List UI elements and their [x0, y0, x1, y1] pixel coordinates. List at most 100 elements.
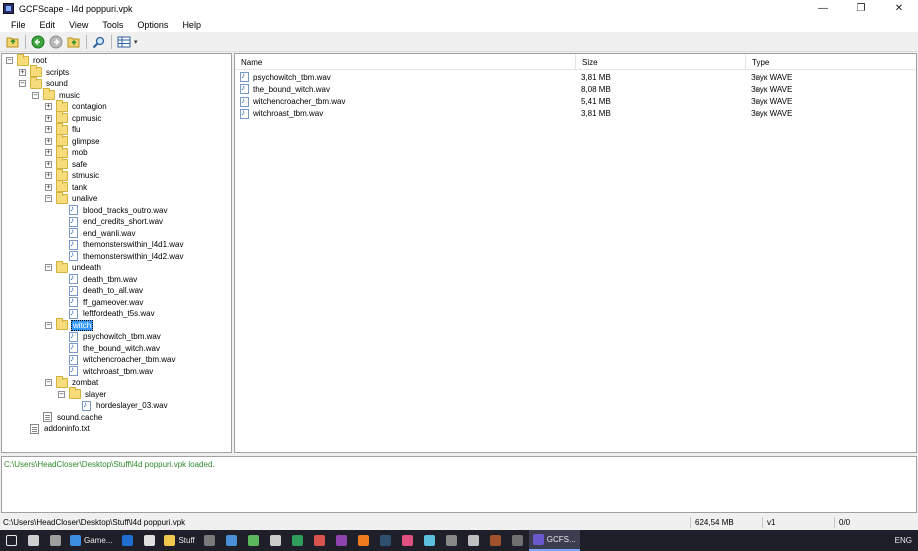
expand-icon[interactable]: + — [45, 183, 52, 191]
collapse-icon[interactable]: − — [45, 379, 52, 386]
tree-folder-item[interactable]: + flu — [45, 122, 81, 135]
folder-tree[interactable]: − root + scripts − sound − music + contagion + cpmu… — [1, 53, 232, 453]
taskbar-button[interactable] — [116, 530, 138, 551]
collapse-icon[interactable]: − — [58, 390, 65, 398]
menu-tools[interactable]: Tools — [95, 20, 130, 30]
taskbar-button[interactable] — [441, 530, 463, 551]
taskbar-button[interactable]: Game... — [66, 530, 116, 551]
tree-file-item[interactable]: witchencroacher_tbm.wav — [58, 354, 176, 365]
collapse-icon[interactable]: − — [6, 57, 13, 64]
view-mode-dropdown-icon[interactable]: ▾ — [134, 38, 138, 46]
taskbar-button[interactable] — [243, 530, 265, 551]
taskbar-button[interactable]: Stuff — [160, 530, 198, 551]
tree-folder-item[interactable]: + mob — [45, 145, 89, 158]
up-folder-button[interactable] — [65, 33, 83, 51]
close-button[interactable]: ✕ — [880, 0, 918, 17]
keyboard-language[interactable]: ENG — [895, 536, 912, 545]
find-button[interactable] — [90, 33, 108, 51]
tree-file-item[interactable]: ff_gameover.wav — [58, 296, 144, 308]
tree-file-item[interactable]: psychowitch_tbm.wav — [58, 331, 162, 342]
tree-file-item[interactable]: hordeslayer_03.wav — [71, 400, 169, 411]
status-version: v1 — [767, 518, 776, 527]
taskbar-button[interactable] — [265, 530, 287, 551]
tree-file-item[interactable]: addoninfo.txt — [19, 423, 91, 434]
tree-folder-item[interactable]: + cpmusic — [45, 111, 102, 124]
taskbar-button[interactable] — [0, 530, 22, 551]
taskbar-button[interactable] — [375, 530, 397, 551]
tree-folder-item[interactable]: − slayer — [58, 387, 107, 400]
tree-folder-item[interactable]: + safe — [45, 157, 88, 170]
audio-file-icon — [240, 96, 249, 107]
tree-folder-item[interactable]: − unalive — [45, 191, 98, 204]
tree-file-item[interactable]: leftfordeath_t5s.wav — [58, 308, 156, 319]
expand-icon[interactable]: + — [45, 172, 52, 179]
taskbar-button[interactable] — [507, 530, 529, 551]
tree-file-item[interactable]: themonsterswithin_l4d2.wav — [58, 250, 185, 262]
file-list[interactable]: Name Size Type psychowitch_tbm.wav 3,81 M… — [234, 53, 917, 453]
toolbar: ▾ — [0, 32, 918, 52]
taskbar-button[interactable] — [397, 530, 419, 551]
taskbar-button[interactable] — [419, 530, 441, 551]
menu-view[interactable]: View — [62, 20, 95, 30]
menu-file[interactable]: File — [4, 20, 33, 30]
expand-icon[interactable]: + — [45, 126, 52, 133]
collapse-icon[interactable]: − — [32, 91, 39, 99]
back-button[interactable] — [29, 33, 47, 51]
taskbar-button[interactable] — [485, 530, 507, 551]
column-header-type[interactable]: Type — [746, 54, 916, 70]
taskbar-button[interactable] — [353, 530, 375, 551]
file-list-row[interactable]: the_bound_witch.wav 8,08 MB Звук WAVE — [235, 83, 916, 95]
open-button[interactable] — [4, 33, 22, 51]
tree-file-item[interactable]: death_tbm.wav — [58, 273, 138, 285]
tree-file-item[interactable]: blood_tracks_outro.wav — [58, 204, 169, 216]
collapse-icon[interactable]: − — [45, 264, 52, 271]
taskbar-button[interactable] — [221, 530, 243, 551]
tree-file-item[interactable]: themonsterswithin_l4d1.wav — [58, 239, 185, 250]
taskbar-button[interactable] — [309, 530, 331, 551]
menu-edit[interactable]: Edit — [33, 20, 63, 30]
tree-file-item[interactable]: death_to_all.wav — [58, 285, 144, 296]
menu-options[interactable]: Options — [130, 20, 175, 30]
expand-icon[interactable]: + — [19, 68, 26, 76]
file-list-row[interactable]: witchencroacher_tbm.wav 5,41 MB Звук WAVE — [235, 96, 916, 108]
taskbar-button[interactable] — [331, 530, 353, 551]
expand-icon[interactable]: + — [45, 160, 52, 168]
taskbar-button[interactable] — [199, 530, 221, 551]
taskbar-button[interactable] — [22, 530, 44, 551]
taskbar-button[interactable] — [138, 530, 160, 551]
forward-button[interactable] — [47, 33, 65, 51]
tree-file-item[interactable]: end_wanli.wav — [58, 227, 136, 239]
tree-folder-item[interactable]: + stmusic — [45, 168, 100, 181]
tree-folder-item[interactable]: − root — [6, 54, 48, 66]
tree-file-item[interactable]: end_credits_short.wav — [58, 216, 164, 227]
tree-folder-item[interactable]: + tank — [45, 180, 88, 193]
taskbar-button[interactable] — [44, 530, 66, 551]
taskbar-button[interactable] — [287, 530, 309, 551]
taskbar-button[interactable] — [463, 530, 485, 551]
tree-folder-item[interactable]: + contagion — [45, 99, 108, 112]
log-console[interactable]: C:\Users\HeadCloser\Desktop\Stuff\l4d po… — [1, 456, 917, 513]
collapse-icon[interactable]: − — [45, 321, 52, 329]
tree-folder-item[interactable]: + scripts — [19, 65, 70, 78]
collapse-icon[interactable]: − — [45, 195, 52, 202]
menu-help[interactable]: Help — [175, 20, 208, 30]
expand-icon[interactable]: + — [45, 137, 52, 145]
tree-folder-item[interactable]: − witch — [45, 318, 94, 331]
expand-icon[interactable]: + — [45, 149, 52, 156]
tree-folder-item[interactable]: − undeath — [45, 260, 102, 273]
minimize-button[interactable]: — — [804, 0, 842, 17]
tree-folder-item[interactable]: + glimpse — [45, 134, 101, 147]
column-header-size[interactable]: Size — [576, 54, 746, 70]
tree-file-item[interactable]: the_bound_witch.wav — [58, 342, 161, 354]
view-mode-button[interactable] — [115, 33, 133, 51]
column-header-name[interactable]: Name — [235, 54, 576, 70]
tree-file-item[interactable]: witchroast_tbm.wav — [58, 365, 154, 377]
tree-file-item[interactable]: sound.cache — [32, 412, 103, 423]
maximize-button[interactable]: ❐ — [842, 0, 880, 17]
collapse-icon[interactable]: − — [19, 80, 26, 87]
expand-icon[interactable]: + — [45, 103, 52, 110]
expand-icon[interactable]: + — [45, 114, 52, 122]
file-list-row[interactable]: witchroast_tbm.wav 3,81 MB Звук WAVE — [235, 108, 916, 120]
taskbar-button[interactable]: GCFS... — [528, 530, 580, 551]
file-list-row[interactable]: psychowitch_tbm.wav 3,81 MB Звук WAVE — [235, 71, 916, 83]
